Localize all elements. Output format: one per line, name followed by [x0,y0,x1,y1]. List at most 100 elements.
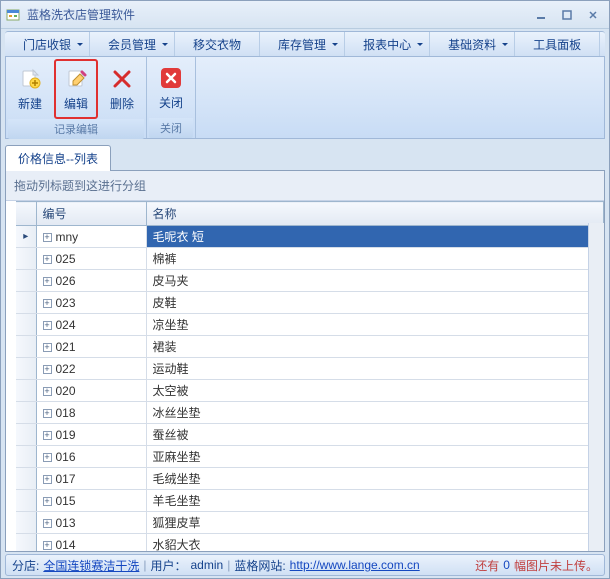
col-header-code[interactable]: 编号 [36,202,146,226]
delete-button[interactable]: 删除 [102,61,142,117]
group-by-hint[interactable]: 拖动列标题到这进行分组 [6,171,604,201]
status-user-value: admin [191,558,224,572]
table-row[interactable]: +020 太空被 [16,380,604,402]
new-button[interactable]: 新建 [10,61,50,117]
expand-icon[interactable]: + [43,365,52,374]
new-icon [18,67,42,91]
cell-code: +023 [36,292,146,314]
expand-icon[interactable]: + [43,233,52,242]
menu-tool-panel[interactable]: 工具面板 [515,32,600,56]
expand-icon[interactable]: + [43,431,52,440]
cell-name: 水貂大衣 [146,534,604,552]
vertical-scrollbar[interactable] [588,223,604,551]
cell-name: 太空被 [146,380,604,402]
window-controls [529,6,605,24]
window-title: 蓝格洗衣店管理软件 [27,6,529,23]
data-grid: 编号 名称 +mny毛呢衣 短+025棉裤+026皮马夹+023皮鞋+024凉坐… [6,201,604,551]
table-row[interactable]: +016亚麻坐垫 [16,446,604,468]
row-indicator [16,468,36,490]
statusbar: 分店: 全国连锁赛洁干洗 | 用户： admin | 蓝格网站: http://… [5,554,605,576]
maximize-button[interactable] [555,6,579,24]
table-row[interactable]: +023皮鞋 [16,292,604,314]
menu-reports[interactable]: 报表中心 [345,32,430,56]
edit-button[interactable]: 编辑 [54,59,98,119]
cell-code-text: 020 [56,384,76,398]
cell-name: 凉坐垫 [146,314,604,336]
row-indicator [16,490,36,512]
close-window-button[interactable] [581,6,605,24]
delete-button-label: 删除 [110,95,134,112]
expand-icon[interactable]: + [43,255,52,264]
expand-icon[interactable]: + [43,321,52,330]
cell-code: +016 [36,446,146,468]
close-button[interactable]: 关闭 [151,61,191,117]
cell-name: 羊毛坐垫 [146,490,604,512]
row-indicator [16,336,36,358]
expand-icon[interactable]: + [43,299,52,308]
status-upload-suffix: 幅图片未上传。 [514,557,598,574]
cell-name: 棉裤 [146,248,604,270]
cell-code-text: 023 [56,296,76,310]
row-indicator [16,270,36,292]
menu-member-mgmt[interactable]: 会员管理 [90,32,175,56]
cell-code: +021 [36,336,146,358]
content-area: 拖动列标题到这进行分组 编号 名称 +mny毛呢衣 短+025棉裤+026皮马夹… [5,171,605,552]
expand-icon[interactable]: + [43,387,52,396]
cell-code: +mny [36,226,146,248]
table-row[interactable]: +022运动鞋 [16,358,604,380]
table-row[interactable]: +013狐狸皮草 [16,512,604,534]
table-row[interactable]: +024凉坐垫 [16,314,604,336]
expand-icon[interactable]: + [43,541,52,550]
menu-transfer-clothes[interactable]: 移交衣物 [175,32,260,56]
status-site-label: 蓝格网站: [234,557,285,574]
table-row[interactable]: +018 冰丝坐垫 [16,402,604,424]
expand-icon[interactable]: + [43,497,52,506]
expand-icon[interactable]: + [43,409,52,418]
expand-icon[interactable]: + [43,519,52,528]
table-row[interactable]: +014 水貂大衣 [16,534,604,552]
cell-code-text: 017 [56,472,76,486]
titlebar: 蓝格洗衣店管理软件 [1,1,609,29]
row-indicator [16,248,36,270]
menu-store-cashier[interactable]: 门店收银 [5,32,90,56]
minimize-button[interactable] [529,6,553,24]
row-indicator [16,424,36,446]
ribbon-group-label-close: 关闭 [149,118,193,138]
app-icon [5,7,21,23]
expand-icon[interactable]: + [43,453,52,462]
table-row[interactable]: +021裙装 [16,336,604,358]
ribbon-group-close: 关闭 关闭 [147,57,196,138]
row-indicator [16,380,36,402]
cell-code-text: 025 [56,252,76,266]
cell-code: +015 [36,490,146,512]
cell-code-text: 015 [56,494,76,508]
table-row[interactable]: +026皮马夹 [16,270,604,292]
cell-code-text: 018 [56,406,76,420]
tab-price-list[interactable]: 价格信息--列表 [5,145,111,171]
cell-code-text: 014 [56,538,76,552]
menu-inventory[interactable]: 库存管理 [260,32,345,56]
table-row[interactable]: +025 棉裤 [16,248,604,270]
status-site-value[interactable]: http://www.lange.com.cn [290,558,420,572]
table-row[interactable]: +015羊毛坐垫 [16,490,604,512]
status-store-value[interactable]: 全国连锁赛洁干洗 [43,557,139,574]
cell-name: 冰丝坐垫 [146,402,604,424]
ribbon-group-record-edit: 新建 编辑 删除 记录编辑 [6,57,147,138]
status-sep-1: | [143,558,146,572]
table-row[interactable]: +019蚕丝被 [16,424,604,446]
edit-button-label: 编辑 [64,95,88,112]
new-button-label: 新建 [18,95,42,112]
cell-code-text: 013 [56,516,76,530]
expand-icon[interactable]: + [43,277,52,286]
table-row[interactable]: +017毛绒坐垫 [16,468,604,490]
cell-name: 毛呢衣 短 [146,226,604,248]
expand-icon[interactable]: + [43,343,52,352]
col-header-name[interactable]: 名称 [146,202,604,226]
expand-icon[interactable]: + [43,475,52,484]
table-row[interactable]: +mny毛呢衣 短 [16,226,604,248]
menu-basic-data[interactable]: 基础资料 [430,32,515,56]
tabstrip: 价格信息--列表 [5,145,605,171]
cell-code-text: 016 [56,450,76,464]
cell-code: +026 [36,270,146,292]
close-icon [159,66,183,90]
